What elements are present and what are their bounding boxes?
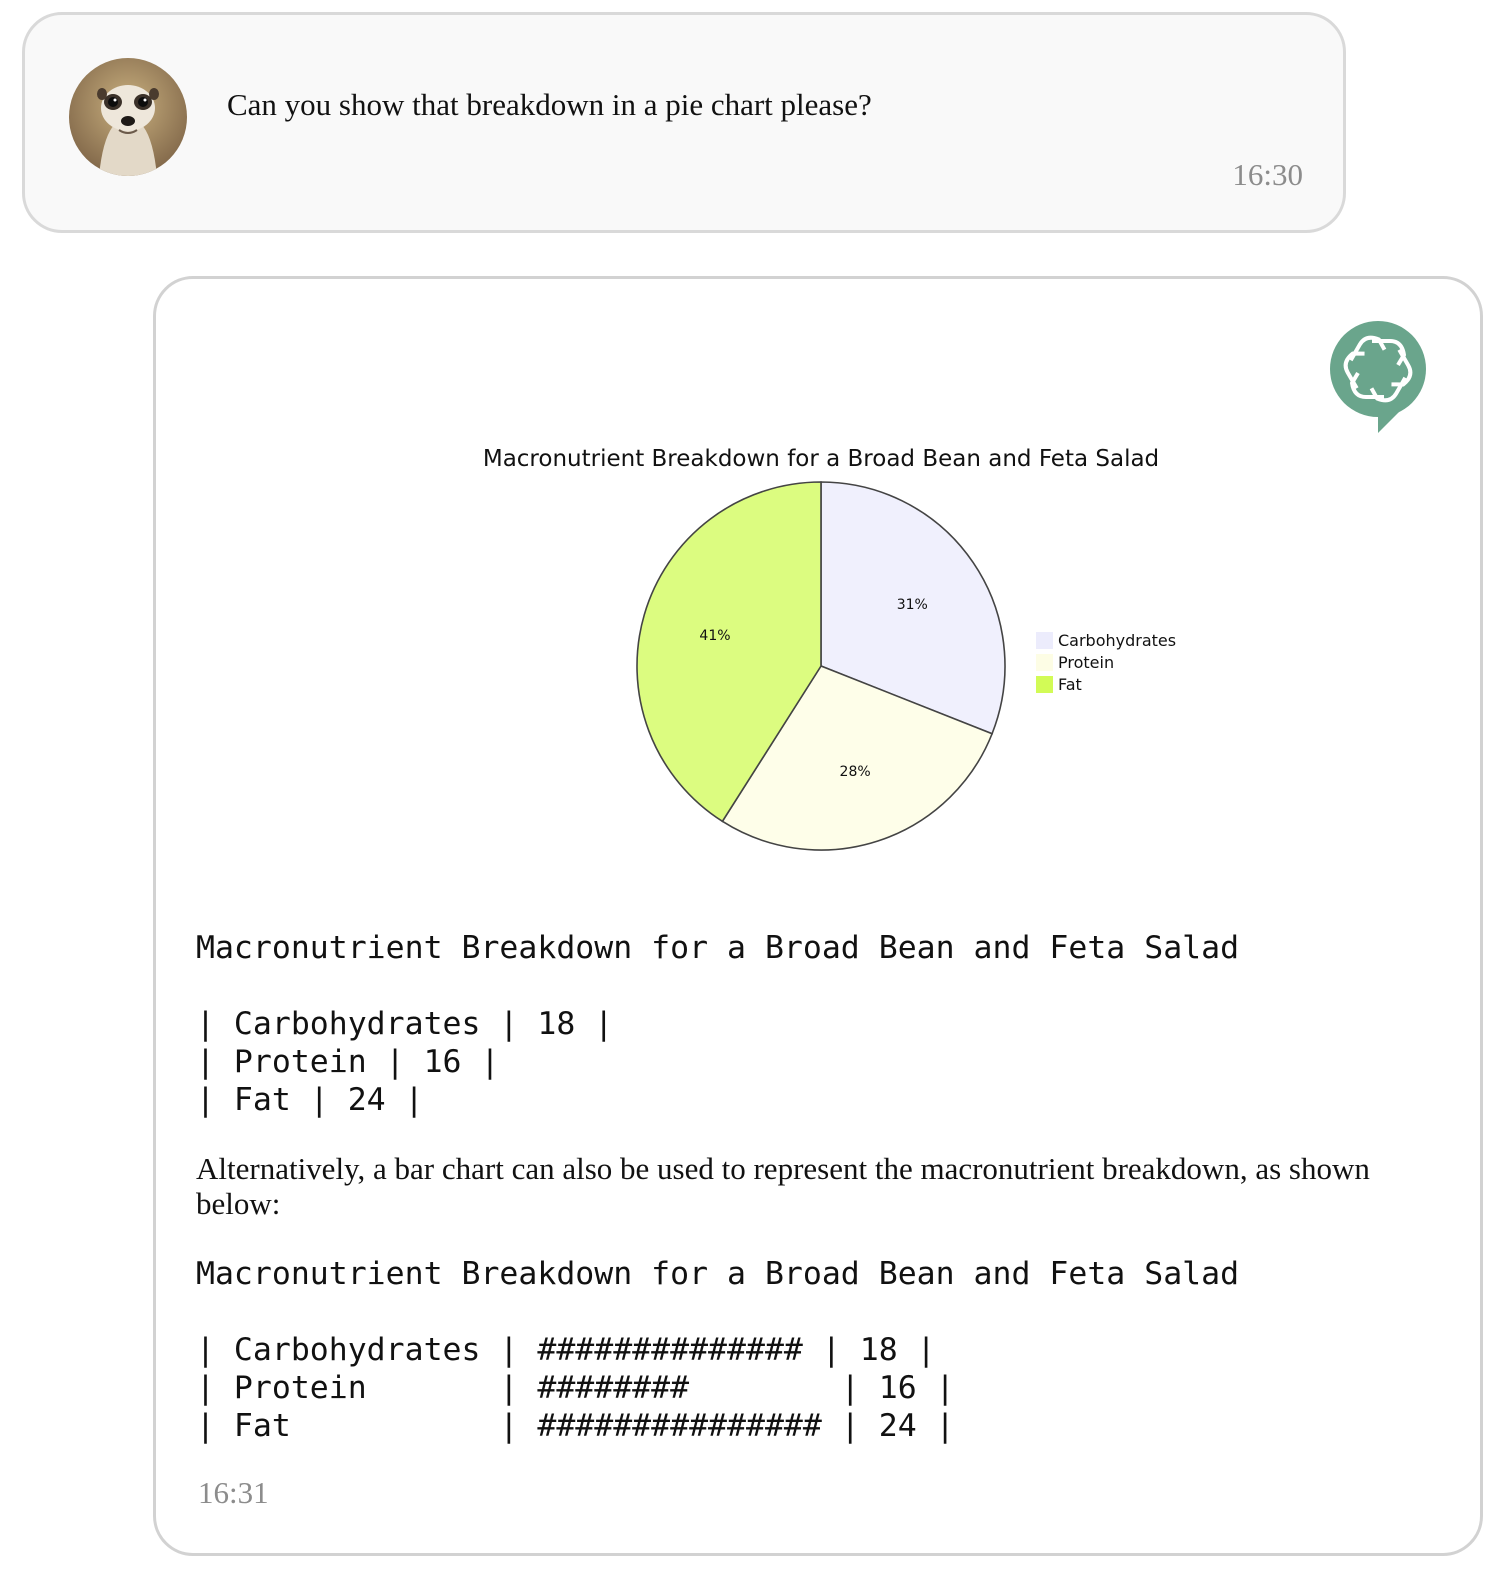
assistant-message-bubble: Macronutrient Breakdown for a Broad Bean… [153,276,1483,1556]
user-message-bubble: Can you show that breakdown in a pie cha… [22,12,1346,233]
table-row: | Protein | 16 | [196,1044,500,1080]
table-row: | Fat | 24 | [196,1082,424,1118]
legend-swatch-carbohydrates [1036,632,1053,649]
bar-chart-title: Macronutrient Breakdown for a Broad Bean… [196,1256,1240,1292]
legend-label-fat: Fat [1058,675,1082,694]
legend-label-protein: Protein [1058,653,1114,672]
legend-swatch-protein [1036,654,1053,671]
bar-chart-row: | Fat | ############### | 24 | [196,1408,955,1444]
user-message-text: Can you show that breakdown in a pie cha… [227,87,872,122]
chart-title: Macronutrient Breakdown for a Broad Bean… [483,446,1159,472]
legend-swatch-fat [1036,676,1053,693]
bar-chart-row: | Carbohydrates | ############## | 18 | [196,1332,936,1368]
table-title: Macronutrient Breakdown for a Broad Bean… [196,930,1240,966]
pie-slice-label: 28% [840,764,871,780]
macronutrient-pie-chart: Macronutrient Breakdown for a Broad Bean… [483,434,1186,854]
openai-logo-icon [1330,321,1430,437]
table-row: | Carbohydrates | 18 | [196,1006,614,1042]
message-paragraph: Alternatively, a bar chart can also be u… [196,1151,1370,1221]
legend-label-carbohydrates: Carbohydrates [1058,631,1176,650]
pie-slice-label: 41% [699,628,730,644]
bar-chart-row: | Protein | ######## | 16 | [196,1370,955,1406]
meerkat-avatar [69,58,187,176]
assistant-message-time: 16:31 [198,1475,269,1510]
user-message-time: 16:30 [1232,157,1303,192]
pie-slice-label: 31% [897,597,928,613]
